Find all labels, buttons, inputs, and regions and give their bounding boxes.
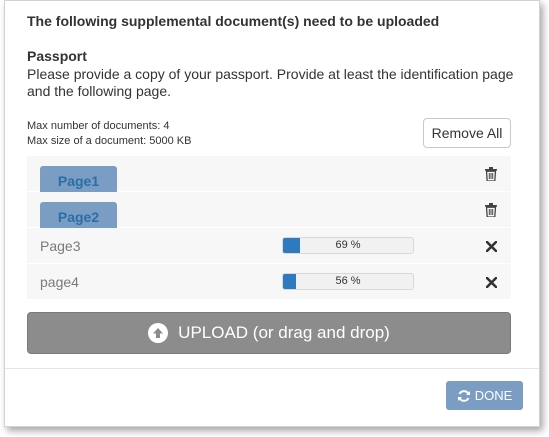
upload-arrow-icon [148, 323, 169, 343]
done-button[interactable]: DONE [446, 381, 523, 410]
close-icon[interactable] [483, 273, 499, 291]
close-icon[interactable] [483, 237, 499, 255]
max-documents-text: Max number of documents: 4 [27, 120, 170, 132]
max-size-text: Max size of a document: 5000 KB [27, 135, 192, 147]
done-label: DONE [474, 388, 513, 403]
upload-progress-bar: 69 % [282, 237, 414, 254]
file-list: Page1 Page2 Page3 69 % page4 56 % [27, 156, 511, 300]
document-name: Passport [27, 48, 87, 64]
file-link[interactable]: Page2 [40, 202, 117, 231]
refresh-icon [457, 389, 471, 403]
file-name: Page3 [40, 238, 81, 254]
trash-icon[interactable] [483, 165, 499, 183]
file-link[interactable]: Page1 [40, 166, 117, 195]
file-row: Page3 69 % [27, 228, 511, 264]
remove-all-button[interactable]: Remove All [423, 118, 511, 148]
trash-icon[interactable] [483, 201, 499, 219]
footer-divider [5, 368, 539, 369]
upload-button[interactable]: UPLOAD (or drag and drop) [27, 312, 511, 354]
upload-limits: Max number of documents: 4 Max size of a… [27, 119, 191, 149]
document-description: Please provide a copy of your passport. … [27, 66, 514, 99]
upload-dialog: The following supplemental document(s) n… [4, 0, 540, 427]
file-row: Page1 [27, 156, 511, 195]
file-row: Page2 [27, 192, 511, 231]
progress-label: 69 % [335, 239, 361, 251]
progress-label: 56 % [335, 275, 361, 287]
upload-progress-bar: 56 % [282, 273, 414, 290]
dialog-title: The following supplemental document(s) n… [27, 13, 440, 29]
file-row: page4 56 % [27, 264, 511, 300]
upload-label: UPLOAD (or drag and drop) [178, 323, 390, 342]
file-name: page4 [40, 274, 79, 290]
